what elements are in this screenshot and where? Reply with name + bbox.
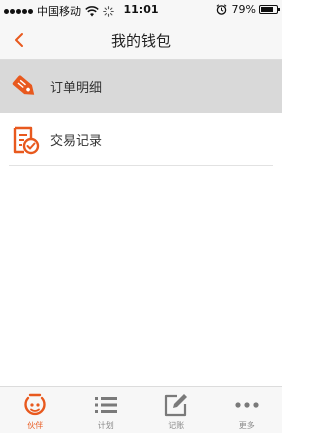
list-divider: [9, 165, 273, 166]
battery-icon: [259, 5, 280, 14]
page-title: 我的钱包: [110, 32, 171, 50]
tab-more[interactable]: 更多: [212, 387, 283, 433]
tab-label: 伙伴: [27, 421, 44, 430]
menu-item-order-details[interactable]: 订单明细: [0, 60, 282, 113]
alarm-icon: [216, 4, 226, 15]
status-right: 79%: [216, 3, 280, 16]
wallet-screen: 中国移动 11:01 79% 我的钱包 订单明细 交易记录 伙伴 计划 记账 更…: [0, 0, 282, 433]
battery-fill: [261, 7, 273, 12]
menu-item-transaction-records[interactable]: 交易记录: [0, 113, 282, 166]
battery-percentage: 79%: [231, 3, 256, 16]
tab-bookkeeping[interactable]: 记账: [141, 387, 212, 433]
status-bar: 中国移动 11:01 79%: [0, 0, 282, 20]
edit-note-icon: [162, 391, 190, 419]
more-dots-icon: [233, 391, 261, 419]
tab-partner[interactable]: 伙伴: [0, 387, 71, 433]
document-check-icon: [9, 124, 41, 156]
tab-plan[interactable]: 计划: [71, 387, 142, 433]
navigation-bar: 我的钱包: [0, 20, 282, 60]
list-icon: [92, 391, 120, 419]
tab-label: 更多: [238, 421, 255, 430]
menu-item-label: 订单明细: [50, 81, 103, 96]
wallet-menu-list: 订单明细 交易记录: [0, 60, 282, 166]
menu-item-label: 交易记录: [50, 134, 103, 149]
partner-face-icon: [21, 391, 49, 419]
tab-label: 计划: [97, 421, 114, 430]
tab-bar: 伙伴 计划 记账 更多: [0, 386, 282, 433]
tab-label: 记账: [168, 421, 185, 430]
price-tag-icon: [9, 71, 41, 103]
